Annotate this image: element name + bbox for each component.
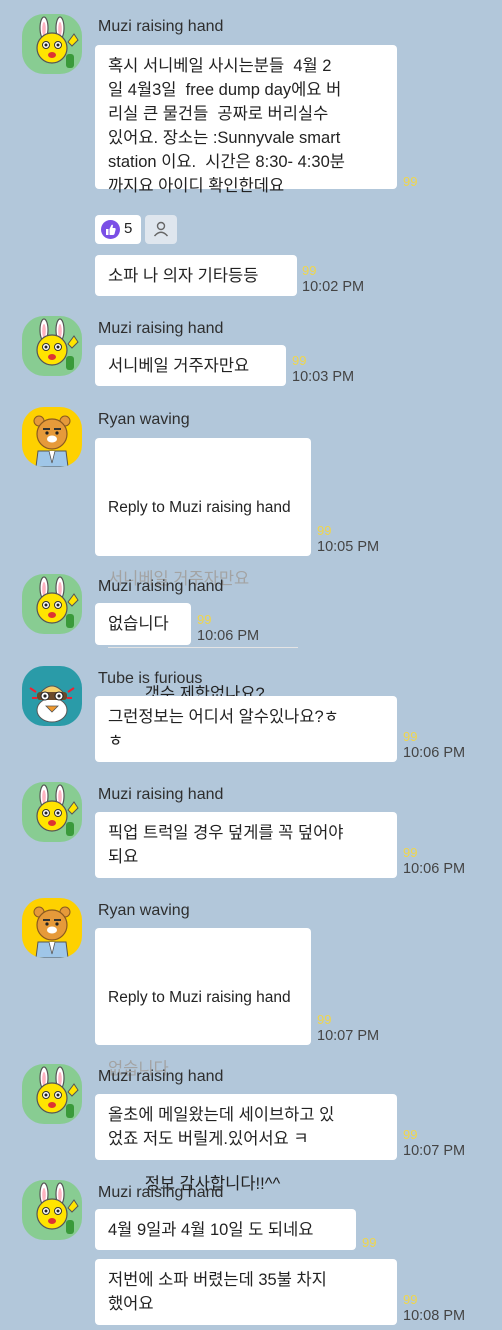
- timestamp: 10:07 PM: [403, 1143, 466, 1159]
- message-bubble[interactable]: 4월 9일과 4월 10일 도 되네요: [95, 1209, 356, 1250]
- unread-count: 99: [362, 1235, 377, 1250]
- timestamp: 10:07 PM: [317, 1028, 380, 1044]
- muzi-icon: [36, 576, 79, 628]
- message-bubble[interactable]: 올초에 메일왔는데 세이브하고 있 었죠 저도 버릴게.있어서요 ㅋ: [95, 1094, 397, 1160]
- ryan-icon: [33, 906, 71, 958]
- avatar-ryan[interactable]: [22, 898, 82, 958]
- avatar-muzi[interactable]: [22, 782, 82, 842]
- avatar-muzi[interactable]: [22, 316, 82, 376]
- message-bubble[interactable]: 픽업 트럭일 경우 덮게를 꼭 덮어야 되요: [95, 812, 397, 878]
- unread-count: 99: [292, 353, 307, 368]
- message-meta: 99 10:07 PM: [317, 1012, 379, 1045]
- message-row: 저번에 소파 버렸는데 35불 차지 했어요 99 10:08 PM: [95, 1259, 465, 1325]
- message-meta: 99 10:02 PM: [302, 263, 364, 296]
- muzi-icon: [36, 318, 79, 370]
- sender-name: Ryan waving: [98, 411, 190, 428]
- add-reaction-button[interactable]: [145, 215, 177, 244]
- avatar-muzi[interactable]: [22, 1064, 82, 1124]
- timestamp: 10:06 PM: [403, 861, 466, 877]
- reply-to-label: Reply to Muzi raising hand: [108, 989, 291, 1006]
- unread-count: 99: [403, 845, 418, 860]
- message-row: 없습니다 99 10:06 PM: [95, 603, 259, 645]
- muzi-icon: [36, 1066, 79, 1118]
- sender-name: Tube is furious: [98, 670, 203, 687]
- muzi-icon: [36, 784, 79, 836]
- message-row: 올초에 메일왔는데 세이브하고 있 었죠 저도 버릴게.있어서요 ㅋ 99 10…: [95, 1094, 465, 1160]
- thumbs-up-icon: [101, 220, 120, 239]
- sender-name: Muzi raising hand: [98, 1068, 224, 1085]
- timestamp: 10:08 PM: [403, 1308, 466, 1324]
- reply-bubble[interactable]: Reply to Muzi raising hand 없습니다 정보 감사합니다…: [95, 928, 311, 1193]
- message-row: Reply to Muzi raising hand 없습니다 정보 감사합니다…: [95, 928, 379, 1193]
- like-count: 5: [124, 220, 133, 237]
- message-meta: 99: [403, 174, 417, 189]
- unread-count: 99: [317, 1012, 332, 1027]
- unread-count: 99: [403, 1127, 418, 1142]
- message-bubble[interactable]: 혹시 서니베일 사시는분들 4월 2 일 4월3일 free dump day에…: [95, 45, 397, 195]
- unread-count: 99: [403, 1292, 418, 1307]
- unread-count: 99: [197, 612, 212, 627]
- message-row: 그런정보는 어디서 알수있나요?ㅎ ㅎ 99 10:06 PM: [95, 696, 465, 762]
- message-bubble[interactable]: 서니베일 거주자만요: [95, 345, 286, 386]
- reply-bubble[interactable]: Reply to Muzi raising hand 서니베일 거주자만요 갯수…: [95, 438, 311, 703]
- avatar-muzi[interactable]: [22, 14, 82, 74]
- message-bubble[interactable]: 그런정보는 어디서 알수있나요?ㅎ ㅎ: [95, 696, 397, 762]
- reply-to-label: Reply to Muzi raising hand: [108, 499, 291, 516]
- timestamp: 10:06 PM: [403, 745, 466, 761]
- message-meta: 99 10:06 PM: [403, 845, 465, 878]
- sender-name: Muzi raising hand: [98, 320, 224, 337]
- message-bubble[interactable]: 없습니다: [95, 603, 191, 645]
- message-row: 서니베일 거주자만요 99 10:03 PM: [95, 345, 354, 386]
- muzi-icon: [36, 1182, 79, 1234]
- person-outline-icon: [153, 221, 169, 237]
- message-meta: 99 10:08 PM: [403, 1292, 465, 1325]
- message-meta: 99 10:06 PM: [403, 729, 465, 762]
- sender-name: Muzi raising hand: [98, 786, 224, 803]
- message-meta: 99 10:06 PM: [197, 612, 259, 645]
- message-row: 소파 나 의자 기타등등 99 10:02 PM: [95, 255, 364, 296]
- muzi-icon: [36, 16, 79, 68]
- ryan-icon: [33, 415, 71, 467]
- message-meta: 99 10:07 PM: [403, 1127, 465, 1160]
- unread-count: 99: [302, 263, 317, 278]
- message-row: 혹시 서니베일 사시는분들 4월 2 일 4월3일 free dump day에…: [95, 45, 417, 195]
- message-meta: 99 10:03 PM: [292, 353, 354, 386]
- unread-count: 99: [317, 523, 332, 538]
- sender-name: Ryan waving: [98, 902, 190, 919]
- reply-divider: [108, 647, 298, 648]
- timestamp: 10:05 PM: [317, 539, 380, 555]
- message-bubble[interactable]: 저번에 소파 버렸는데 35불 차지 했어요: [95, 1259, 397, 1325]
- tube-icon: [29, 685, 75, 723]
- sender-name: Muzi raising hand: [98, 578, 224, 595]
- message-meta: 99: [362, 1235, 376, 1250]
- sender-name: Muzi raising hand: [98, 1184, 224, 1201]
- timestamp: 10:02 PM: [302, 279, 365, 295]
- message-row: 픽업 트럭일 경우 덮게를 꼭 덮어야 되요 99 10:06 PM: [95, 812, 465, 878]
- message-bubble[interactable]: 소파 나 의자 기타등등: [95, 255, 297, 296]
- message-meta: 99 10:05 PM: [317, 523, 379, 556]
- avatar-muzi[interactable]: [22, 574, 82, 634]
- message-row: Reply to Muzi raising hand 서니베일 거주자만요 갯수…: [95, 438, 379, 703]
- avatar-muzi[interactable]: [22, 1180, 82, 1240]
- avatar-tube[interactable]: [22, 666, 82, 726]
- chat-room[interactable]: Muzi raising hand 혹시 서니베일 사시는분들 4월 2 일 4…: [0, 0, 502, 1330]
- unread-count: 99: [403, 729, 418, 744]
- timestamp: 10:06 PM: [197, 628, 260, 644]
- timestamp: 10:03 PM: [292, 369, 355, 385]
- message-row: 4월 9일과 4월 10일 도 되네요 99: [95, 1209, 376, 1250]
- like-reaction[interactable]: 5: [95, 215, 141, 244]
- unread-count: 99: [403, 174, 418, 189]
- sender-name: Muzi raising hand: [98, 18, 224, 35]
- avatar-ryan[interactable]: [22, 407, 82, 467]
